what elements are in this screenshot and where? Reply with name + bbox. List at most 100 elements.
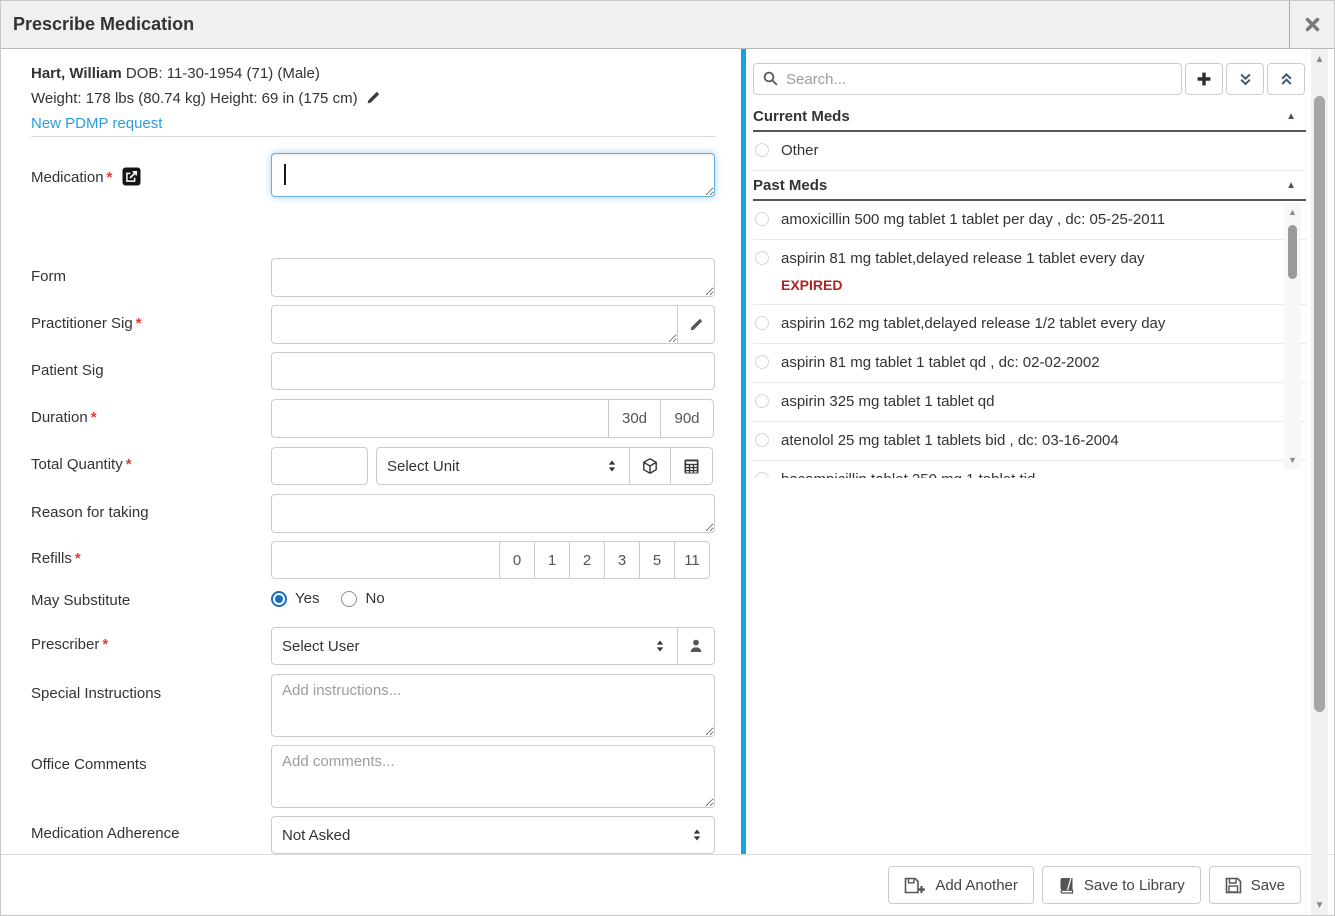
required-asterisk: *: [107, 169, 113, 186]
expand-all-button[interactable]: [1226, 63, 1264, 95]
scrollbar-down-icon[interactable]: ▼: [1311, 898, 1328, 914]
office-comments-label: Office Comments: [31, 756, 263, 773]
practitioner-sig-input[interactable]: [271, 305, 678, 344]
med-text: aspirin 81 mg tablet,delayed release 1 t…: [781, 249, 1145, 269]
special-instructions-input[interactable]: [271, 674, 715, 737]
refills-3-button[interactable]: 3: [604, 541, 640, 579]
substitute-no-radio[interactable]: [341, 591, 357, 607]
scrollbar-thumb[interactable]: [1314, 96, 1325, 712]
patient-metrics: Weight: 178 lbs (80.74 kg) Height: 69 in…: [31, 90, 358, 107]
reason-input[interactable]: [271, 494, 715, 533]
required-asterisk: *: [75, 550, 81, 567]
past-meds-header[interactable]: Past Meds ▲: [753, 171, 1306, 201]
medication-adherence-select[interactable]: Not Asked: [271, 816, 715, 854]
past-med-item[interactable]: aspirin 162 mg tablet,delayed release 1/…: [753, 305, 1306, 344]
scrollbar-up-icon[interactable]: ▲: [1311, 52, 1328, 68]
save-icon: [1225, 877, 1242, 894]
edit-sig-button[interactable]: [677, 305, 715, 344]
calculator-icon-button[interactable]: [670, 447, 713, 485]
expired-status-badge: EXPIRED: [781, 275, 1272, 295]
medication-row: Medication*: [1, 153, 741, 197]
form-input[interactable]: [271, 258, 715, 297]
past-meds-scrollbar[interactable]: ▲ ▼: [1284, 203, 1301, 469]
collapse-all-button[interactable]: [1267, 63, 1305, 95]
med-text: aspirin 162 mg tablet,delayed release 1/…: [781, 314, 1165, 334]
new-pdmp-request-link[interactable]: New PDMP request: [31, 115, 162, 132]
search-icon: [762, 70, 779, 87]
chevron-double-down-icon: [1237, 71, 1254, 88]
reason-label: Reason for taking: [31, 504, 263, 521]
cube-icon: [641, 457, 659, 475]
refills-1-button[interactable]: 1: [534, 541, 570, 579]
page-scrollbar[interactable]: ▲ ▼: [1311, 49, 1328, 916]
med-radio[interactable]: [755, 251, 769, 265]
med-radio[interactable]: [755, 143, 769, 157]
select-caret-icon: [604, 458, 620, 474]
form-label: Form: [31, 268, 263, 285]
plus-icon: [1195, 70, 1213, 88]
meds-search-input[interactable]: [753, 63, 1182, 95]
current-meds-header[interactable]: Current Meds ▲: [753, 102, 1306, 132]
save-button[interactable]: Save: [1209, 866, 1301, 904]
edit-metrics-pencil-icon[interactable]: [366, 90, 381, 105]
med-radio[interactable]: [755, 212, 769, 226]
refills-0-button[interactable]: 0: [499, 541, 535, 579]
prescriber-select[interactable]: Select User: [271, 627, 678, 665]
add-another-button[interactable]: Add Another: [888, 866, 1034, 904]
patient-demographics-line: Hart, William DOB: 11-30-1954 (71) (Male…: [31, 61, 381, 86]
close-button[interactable]: [1289, 1, 1334, 48]
save-plus-icon: [904, 877, 926, 894]
medication-input[interactable]: [271, 153, 715, 197]
med-radio[interactable]: [755, 316, 769, 330]
practitioner-sig-label: Practitioner Sig*: [31, 315, 263, 332]
past-med-item[interactable]: amoxicillin 500 mg tablet 1 tablet per d…: [753, 201, 1306, 240]
required-asterisk: *: [126, 456, 132, 473]
med-radio[interactable]: [755, 433, 769, 447]
past-med-item[interactable]: aspirin 325 mg tablet 1 tablet qd: [753, 383, 1306, 422]
save-to-library-button[interactable]: Save to Library: [1042, 866, 1201, 904]
duration-90d-button[interactable]: 90d: [660, 399, 714, 438]
med-radio[interactable]: [755, 472, 769, 478]
patient-demographics: DOB: 11-30-1954 (71) (Male): [122, 65, 320, 82]
calculator-icon: [683, 458, 700, 475]
refills-2-button[interactable]: 2: [569, 541, 605, 579]
office-comments-input[interactable]: [271, 745, 715, 808]
medication-external-link-icon[interactable]: [122, 167, 141, 186]
unit-select[interactable]: Select Unit: [376, 447, 630, 485]
special-instructions-label: Special Instructions: [31, 685, 263, 702]
scrollbar-up-icon[interactable]: ▲: [1284, 205, 1301, 219]
med-text: amoxicillin 500 mg tablet 1 tablet per d…: [781, 210, 1165, 230]
refills-input[interactable]: [271, 541, 500, 579]
scrollbar-thumb[interactable]: [1288, 225, 1297, 279]
patient-name: Hart, William: [31, 65, 122, 82]
med-radio[interactable]: [755, 394, 769, 408]
close-icon: [1304, 16, 1321, 33]
total-quantity-input[interactable]: [271, 447, 368, 485]
medication-label: Medication*: [31, 167, 263, 186]
prescription-form-pane: Hart, William DOB: 11-30-1954 (71) (Male…: [1, 49, 741, 856]
patient-info: Hart, William DOB: 11-30-1954 (71) (Male…: [31, 61, 381, 136]
med-radio[interactable]: [755, 355, 769, 369]
scrollbar-down-icon[interactable]: ▼: [1284, 453, 1301, 467]
past-med-item[interactable]: atenolol 25 mg tablet 1 tablets bid , dc…: [753, 422, 1306, 461]
substitute-yes-label[interactable]: Yes: [295, 590, 319, 607]
refills-label: Refills*: [31, 550, 263, 567]
medication-adherence-label: Medication Adherence: [31, 825, 263, 842]
add-med-button[interactable]: [1185, 63, 1223, 95]
substitute-no-label[interactable]: No: [365, 590, 384, 607]
duration-30d-button[interactable]: 30d: [608, 399, 661, 438]
substitute-yes-radio[interactable]: [271, 591, 287, 607]
package-lookup-button[interactable]: [629, 447, 671, 485]
past-med-item[interactable]: aspirin 81 mg tablet,delayed release 1 t…: [753, 240, 1306, 305]
duration-input[interactable]: [271, 399, 609, 438]
refills-11-button[interactable]: 11: [674, 541, 710, 579]
select-practitioner-button[interactable]: [677, 627, 715, 665]
meds-search-row: [753, 63, 1306, 95]
dialog-title: Prescribe Medication: [13, 14, 194, 35]
patient-sig-input[interactable]: [271, 352, 715, 390]
refills-5-button[interactable]: 5: [639, 541, 675, 579]
meds-panel: Current Meds ▲ Other Past Meds ▲ amoxici…: [741, 49, 1306, 856]
past-med-item[interactable]: aspirin 81 mg tablet 1 tablet qd , dc: 0…: [753, 344, 1306, 383]
current-med-item-other[interactable]: Other: [753, 132, 1306, 171]
past-med-item[interactable]: bacampicillin tablet 250 mg 1 tablet tid: [753, 461, 1306, 478]
